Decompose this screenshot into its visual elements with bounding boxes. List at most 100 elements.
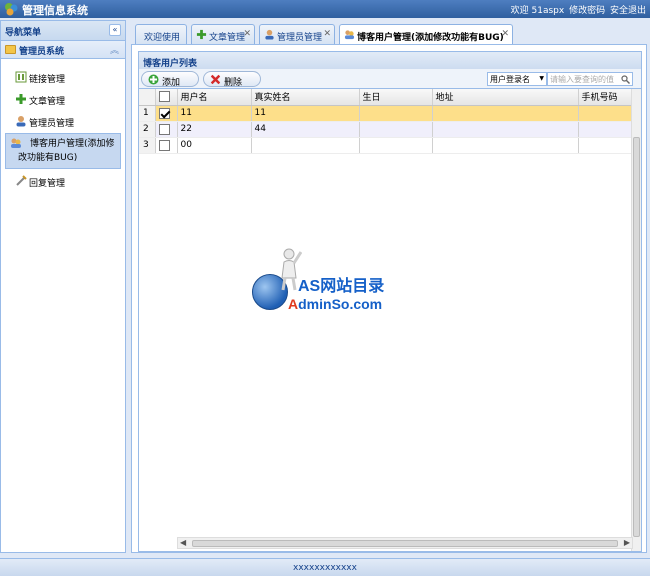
delete-button-label: 删除 bbox=[224, 78, 243, 88]
search-input[interactable]: 请输入要查询的值 bbox=[547, 72, 633, 86]
column-header-address[interactable]: 地址 bbox=[432, 89, 579, 106]
select-all-checkbox[interactable] bbox=[158, 91, 170, 103]
cell-username[interactable]: 00 bbox=[177, 137, 252, 154]
close-icon[interactable]: ✕ bbox=[323, 29, 331, 39]
row-checkbox[interactable] bbox=[158, 107, 170, 119]
cell-birthday[interactable] bbox=[359, 105, 433, 122]
add-button[interactable]: 添加 bbox=[141, 71, 199, 88]
cell-address[interactable] bbox=[432, 121, 579, 138]
sidebar-item-article-management[interactable]: 文章管理 bbox=[5, 89, 121, 109]
change-password-link[interactable]: 修改密码 bbox=[569, 6, 605, 16]
search-placeholder: 请输入要查询的值 bbox=[550, 75, 614, 84]
close-icon[interactable]: ✕ bbox=[243, 29, 251, 39]
tab-label: 欢迎使用 bbox=[144, 33, 181, 43]
grid-title-bar: 博客用户列表 bbox=[138, 51, 642, 69]
tab-article-management[interactable]: 文章管理 ✕ bbox=[191, 24, 255, 44]
row-number: 2 bbox=[139, 121, 156, 138]
user-icon bbox=[16, 116, 26, 127]
tab-admin-management[interactable]: 管理员管理 ✕ bbox=[259, 24, 335, 44]
user-table: 用户名 真实姓名 生日 地址 手机号码 1 11 11 2 22 44 3 00 bbox=[139, 89, 639, 154]
sidebar-item-label: 博客用户管理(添加修改功能有BUG) bbox=[18, 139, 115, 163]
row-number-header bbox=[139, 89, 156, 106]
cell-birthday[interactable] bbox=[359, 121, 433, 138]
dropdown-arrow-icon: ▼ bbox=[539, 75, 544, 82]
row-select-cell[interactable] bbox=[155, 137, 178, 154]
sidebar-item-admin-management[interactable]: 管理员管理 bbox=[5, 111, 121, 131]
plus-icon bbox=[196, 29, 207, 40]
row-checkbox[interactable] bbox=[158, 123, 170, 135]
row-select-cell[interactable] bbox=[155, 121, 178, 138]
app-header: 管理信息系统 欢迎 51aspx 修改密码 安全退出 bbox=[0, 0, 650, 18]
sidebar: 导航菜单 « 管理员系统 ︽ 链接管理 文章管理 管理员管理 博客用户管理(添加… bbox=[0, 20, 126, 553]
tab-bar: 欢迎使用 文章管理 ✕ 管理员管理 ✕ 博客用户管理(添加修改功能有BUG) ✕ bbox=[131, 24, 647, 45]
folder-icon bbox=[5, 45, 16, 54]
select-all-cell[interactable] bbox=[155, 89, 178, 106]
vertical-scrollbar[interactable] bbox=[631, 89, 641, 551]
cell-phone[interactable] bbox=[578, 137, 639, 154]
horizontal-scrollbar[interactable]: ◀ ▶ bbox=[177, 537, 633, 549]
reply-icon bbox=[16, 175, 27, 186]
logout-link[interactable]: 安全退出 bbox=[610, 6, 646, 16]
link-icon bbox=[15, 71, 27, 83]
column-header-realname[interactable]: 真实姓名 bbox=[251, 89, 360, 106]
table-row[interactable]: 2 22 44 bbox=[139, 121, 639, 138]
column-header-phone[interactable]: 手机号码 bbox=[578, 89, 639, 106]
search-field-select[interactable]: 用户登录名 ▼ bbox=[487, 72, 547, 86]
vertical-scroll-thumb[interactable] bbox=[633, 137, 640, 537]
user-icon bbox=[265, 29, 274, 40]
app-title: 管理信息系统 bbox=[22, 4, 88, 17]
user-menu: 欢迎 51aspx 修改密码 安全退出 bbox=[509, 3, 646, 16]
horizontal-scroll-thumb[interactable] bbox=[192, 540, 618, 547]
collapse-sidebar-button[interactable]: « bbox=[109, 24, 121, 36]
cell-address[interactable] bbox=[432, 137, 579, 154]
grid-toolbar: 添加 删除 用户登录名 ▼ 请输入要查询的值 bbox=[138, 69, 642, 89]
users-icon bbox=[344, 30, 355, 40]
cell-birthday[interactable] bbox=[359, 137, 433, 154]
cell-realname[interactable]: 44 bbox=[251, 121, 360, 138]
tab-blog-user-management[interactable]: 博客用户管理(添加修改功能有BUG) ✕ bbox=[339, 24, 513, 45]
watermark-title: AS网站目录 bbox=[298, 278, 385, 295]
tab-label: 博客用户管理(添加修改功能有BUG) bbox=[357, 33, 504, 43]
sidebar-item-reply-management[interactable]: 回复管理 bbox=[5, 171, 121, 191]
table-row[interactable]: 1 11 11 bbox=[139, 105, 639, 122]
table-header-row: 用户名 真实姓名 生日 地址 手机号码 bbox=[139, 89, 639, 106]
table-row[interactable]: 3 00 bbox=[139, 137, 639, 154]
nav-title: 导航菜单 bbox=[5, 28, 42, 38]
footer: xxxxxxxxxxxx bbox=[0, 558, 650, 576]
column-header-birthday[interactable]: 生日 bbox=[359, 89, 433, 106]
row-select-cell[interactable] bbox=[155, 105, 178, 122]
cell-phone[interactable] bbox=[578, 105, 639, 122]
sidebar-item-label: 回复管理 bbox=[29, 179, 66, 189]
row-checkbox[interactable] bbox=[158, 139, 170, 151]
tab-welcome[interactable]: 欢迎使用 bbox=[135, 24, 187, 44]
sidebar-item-blog-user-management[interactable]: 博客用户管理(添加修改功能有BUG) bbox=[5, 133, 121, 169]
row-number: 1 bbox=[139, 105, 156, 122]
nav-group-header[interactable]: 管理员系统 ︽ bbox=[1, 41, 125, 59]
watermark-logo: AS网站目录 AdminSo.com bbox=[252, 248, 412, 320]
add-icon bbox=[148, 74, 159, 85]
watermark-domain-rest: dminSo.com bbox=[298, 296, 383, 312]
cell-realname[interactable]: 11 bbox=[251, 105, 360, 122]
search-icon[interactable] bbox=[621, 75, 630, 84]
watermark-domain-initial: A bbox=[288, 296, 299, 312]
sidebar-item-label: 文章管理 bbox=[29, 97, 66, 107]
cell-realname[interactable] bbox=[251, 137, 360, 154]
cell-username[interactable]: 11 bbox=[177, 105, 252, 122]
tab-label: 管理员管理 bbox=[277, 33, 323, 43]
close-icon[interactable]: ✕ bbox=[501, 29, 509, 39]
cell-phone[interactable] bbox=[578, 121, 639, 138]
sidebar-item-link-management[interactable]: 链接管理 bbox=[5, 67, 121, 87]
scroll-right-icon[interactable]: ▶ bbox=[624, 538, 630, 547]
tab-label: 文章管理 bbox=[209, 33, 246, 43]
system-logo-icon bbox=[5, 3, 18, 16]
scroll-left-icon[interactable]: ◀ bbox=[180, 538, 186, 547]
delete-button[interactable]: 删除 bbox=[203, 71, 261, 88]
collapse-group-icon[interactable]: ︽ bbox=[110, 43, 119, 56]
watermark-domain: AdminSo.com bbox=[288, 296, 382, 312]
nav-list: 链接管理 文章管理 管理员管理 博客用户管理(添加修改功能有BUG) 回复管理 bbox=[1, 59, 125, 191]
grid-title: 博客用户列表 bbox=[143, 59, 198, 69]
cell-address[interactable] bbox=[432, 105, 579, 122]
column-header-username[interactable]: 用户名 bbox=[177, 89, 252, 106]
sidebar-item-label: 链接管理 bbox=[29, 75, 66, 85]
cell-username[interactable]: 22 bbox=[177, 121, 252, 138]
